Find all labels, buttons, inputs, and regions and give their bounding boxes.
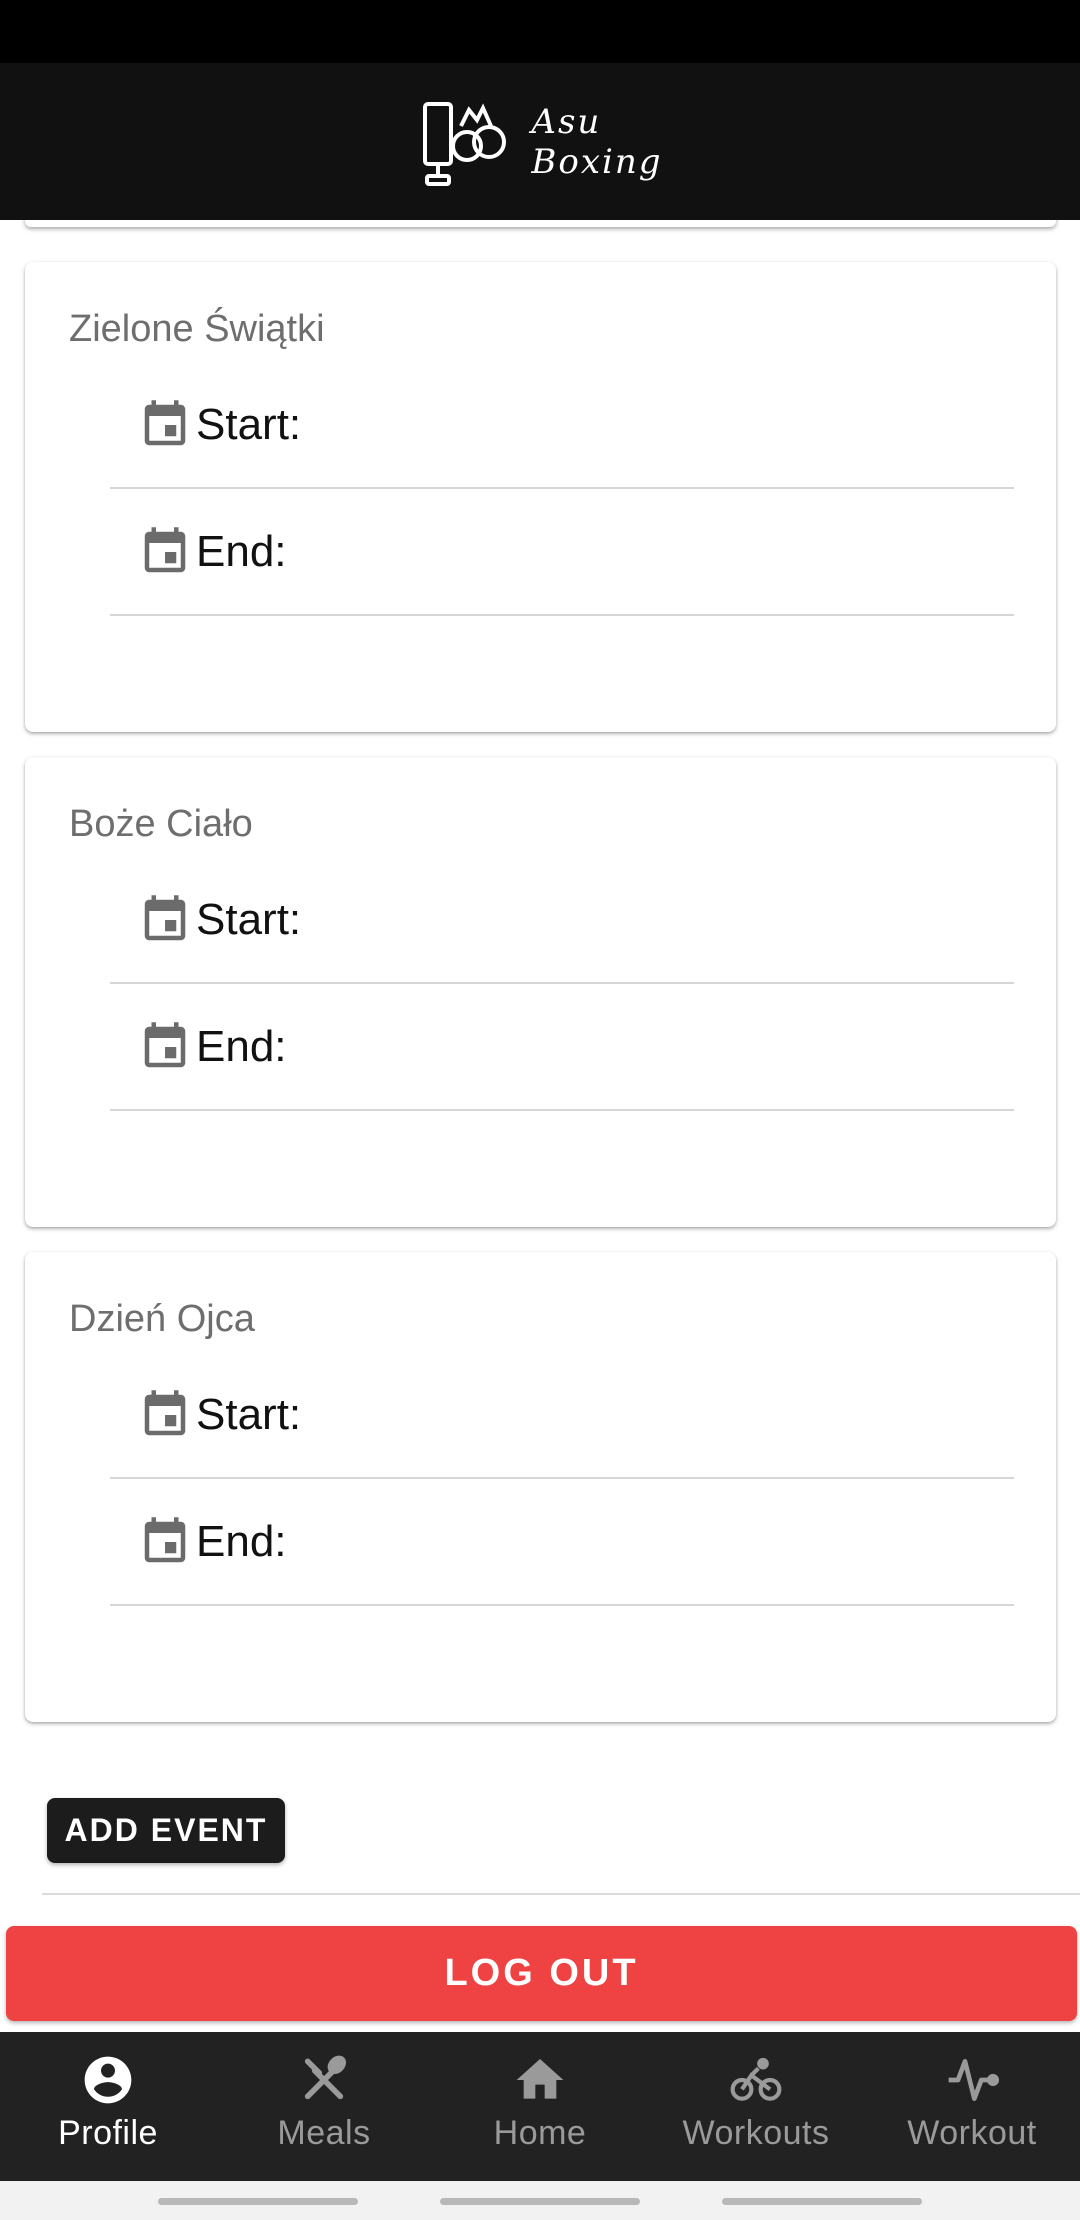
bike-icon — [730, 2057, 782, 2101]
end-date-field[interactable]: End: — [110, 1479, 1014, 1606]
nav-label: Profile — [58, 2114, 158, 2152]
add-event-button[interactable]: ADD EVENT — [47, 1798, 285, 1863]
boxing-logo-icon — [423, 101, 507, 186]
nav-item-meals[interactable]: Meals — [216, 2032, 432, 2181]
gesture-bar — [158, 2198, 358, 2205]
calendar-icon — [144, 894, 186, 940]
meals-icon — [304, 2055, 347, 2100]
event-title: Zielone Świątki — [69, 308, 325, 350]
end-label: End: — [196, 526, 287, 576]
events-scroll-area[interactable]: Zielone Świątki Start: End: Boże Ciało S… — [0, 220, 1080, 2032]
divider — [42, 1893, 1080, 1895]
logo-line-2: Boxing — [531, 141, 663, 182]
previous-event-card — [25, 220, 1056, 227]
gesture-bar — [440, 2198, 640, 2205]
calendar-icon — [144, 399, 186, 445]
status-bar — [0, 0, 1080, 63]
event-title: Boże Ciało — [69, 803, 253, 845]
logo-line-1: Asu — [531, 101, 602, 142]
gesture-bar — [722, 2198, 922, 2205]
event-card: Zielone Świątki Start: End: — [25, 262, 1056, 732]
nav-label: Home — [493, 2114, 587, 2152]
nav-label: Meals — [277, 2114, 371, 2152]
end-date-field[interactable]: End: — [110, 984, 1014, 1111]
start-label: Start: — [196, 1389, 302, 1439]
calendar-icon — [144, 1516, 186, 1562]
end-label: End: — [196, 1516, 287, 1566]
nav-label: Workouts — [682, 2114, 830, 2152]
end-label: End: — [196, 1021, 287, 1071]
event-title: Dzień Ojca — [69, 1298, 255, 1340]
start-date-field[interactable]: Start: — [110, 1352, 1014, 1479]
calendar-icon — [144, 1021, 186, 1067]
home-icon — [516, 2059, 564, 2099]
logout-button[interactable]: LOG OUT — [6, 1926, 1077, 2021]
event-card: Dzień Ojca Start: End: — [25, 1252, 1056, 1722]
nav-item-workouts[interactable]: Workouts — [648, 2032, 864, 2181]
calendar-icon — [144, 1389, 186, 1435]
start-date-field[interactable]: Start: — [110, 362, 1014, 489]
start-date-field[interactable]: Start: — [110, 857, 1014, 984]
nav-label: Workout — [907, 2114, 1037, 2152]
end-date-field[interactable]: End: — [110, 489, 1014, 616]
nav-item-home[interactable]: Home — [432, 2032, 648, 2181]
event-card: Boże Ciało Start: End: — [25, 757, 1056, 1227]
activity-icon — [948, 2059, 1000, 2101]
app-header: Asu Boxing — [0, 63, 1080, 220]
calendar-icon — [144, 526, 186, 572]
start-label: Start: — [196, 399, 302, 449]
nav-item-workout[interactable]: Workout — [864, 2032, 1080, 2181]
logo-text: Asu Boxing — [531, 102, 662, 182]
bottom-nav: Profile Meals Home Workouts Workout — [0, 2032, 1080, 2181]
gesture-area — [0, 2181, 1080, 2220]
start-label: Start: — [196, 894, 302, 944]
profile-icon — [84, 2056, 132, 2104]
nav-item-profile[interactable]: Profile — [0, 2032, 216, 2181]
